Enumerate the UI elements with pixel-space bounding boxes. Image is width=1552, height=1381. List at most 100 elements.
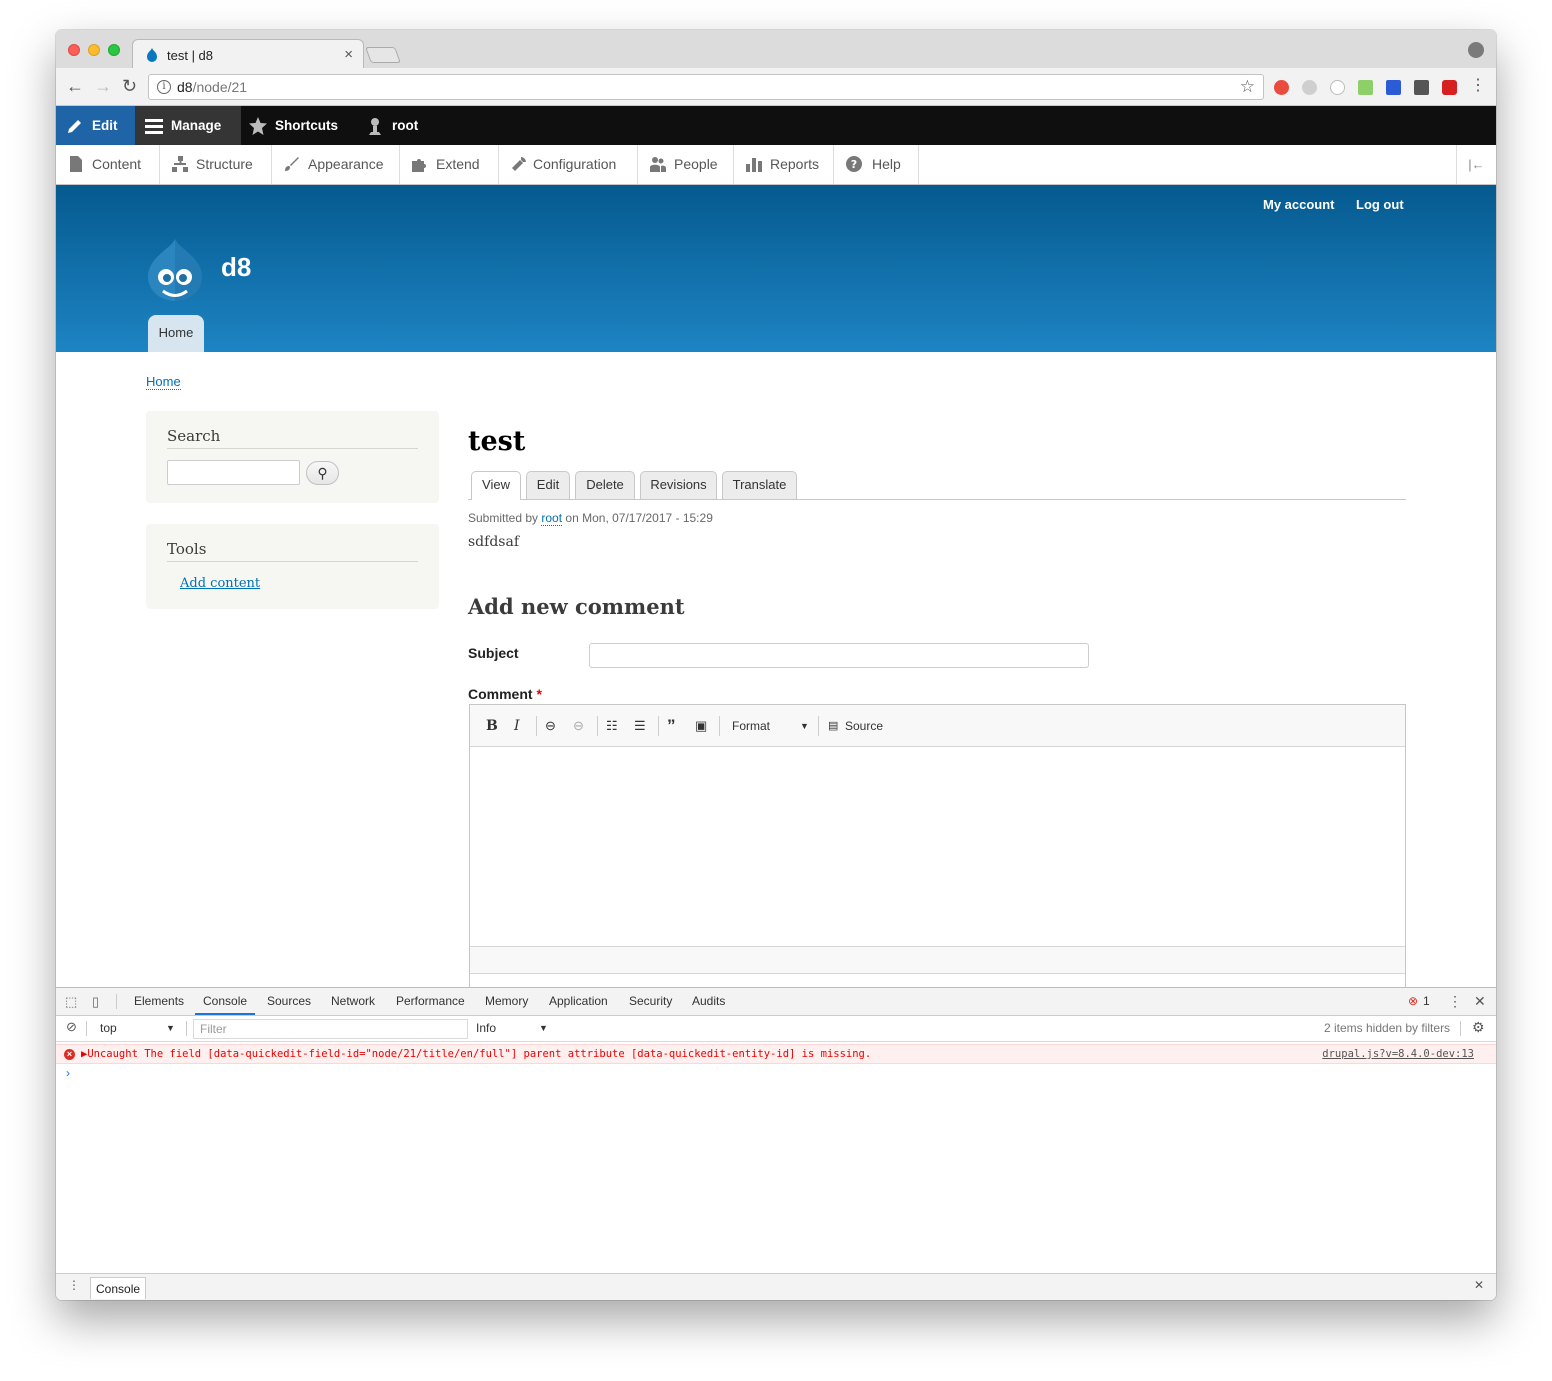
format-dropdown-arrow-icon[interactable]: ▼: [800, 716, 809, 736]
source-button[interactable]: Source: [845, 716, 883, 736]
devtools-tab-performance[interactable]: Performance: [396, 988, 465, 1015]
numbered-list-icon[interactable]: ☰: [634, 716, 646, 736]
drawer-tab-console[interactable]: Console: [90, 1277, 147, 1299]
toolbar-edit-button[interactable]: Edit: [56, 106, 135, 145]
log-level-select[interactable]: Info: [476, 1021, 496, 1035]
url-field[interactable]: i d8/node/21 ☆: [148, 74, 1264, 100]
comment-editor: B I ⊖ ⊖ ☷ ☰ ” ▣ Format ▼ ▤ Source: [469, 704, 1406, 994]
devtools-tab-security[interactable]: Security: [629, 988, 672, 1015]
toolbar-shortcuts-button[interactable]: Shortcuts: [249, 106, 338, 145]
main-menu-home[interactable]: Home: [148, 315, 204, 352]
tray-item-help[interactable]: ? Help: [834, 145, 919, 184]
editor-toolbar: B I ⊖ ⊖ ☷ ☰ ” ▣ Format ▼ ▤ Source: [470, 705, 1405, 747]
clear-console-icon[interactable]: ⊘: [66, 1019, 77, 1035]
search-button[interactable]: ⚲: [306, 461, 339, 485]
tray-orientation-toggle-icon[interactable]: |←: [1456, 145, 1496, 184]
error-source-link[interactable]: drupal.js?v=8.4.0-dev:13: [1322, 1048, 1474, 1060]
new-tab-button[interactable]: [365, 47, 401, 63]
tray-item-structure[interactable]: Structure: [160, 145, 272, 184]
window-maximize-button[interactable]: [108, 44, 120, 56]
author-link[interactable]: root: [541, 511, 563, 526]
error-count-icon[interactable]: ⊗: [1408, 988, 1418, 1015]
devtools-tab-elements[interactable]: Elements: [134, 988, 184, 1015]
link-icon[interactable]: ⊖: [545, 716, 556, 736]
extension-blue-icon[interactable]: [1386, 80, 1401, 95]
submitted-prefix: Submitted by: [468, 511, 539, 525]
extension-red-icon[interactable]: [1274, 80, 1289, 95]
tab-view[interactable]: View: [471, 471, 521, 500]
tab-edit[interactable]: Edit: [526, 471, 570, 500]
close-tab-icon[interactable]: ×: [344, 46, 353, 63]
tab-delete[interactable]: Delete: [575, 471, 635, 500]
devtools-tab-application[interactable]: Application: [549, 988, 608, 1015]
subject-field[interactable]: [589, 643, 1089, 668]
error-count[interactable]: 1: [1423, 988, 1430, 1015]
window-close-button[interactable]: [68, 44, 80, 56]
devtools-tab-console[interactable]: Console: [195, 988, 256, 1015]
extension-timer-icon[interactable]: [1414, 80, 1429, 95]
browser-tab-active[interactable]: test | d8 ×: [132, 39, 364, 69]
blockquote-icon[interactable]: ”: [667, 716, 676, 736]
tray-item-appearance-label: Appearance: [308, 156, 384, 172]
drupal-logo-icon[interactable]: [146, 237, 204, 303]
devtools-menu-icon[interactable]: ⋮: [1448, 988, 1462, 1015]
window-minimize-button[interactable]: [88, 44, 100, 56]
toolbar-separator: [658, 716, 659, 736]
tray-item-reports[interactable]: Reports: [734, 145, 834, 184]
close-devtools-icon[interactable]: ✕: [1474, 988, 1486, 1015]
devtools-tab-audits[interactable]: Audits: [692, 988, 725, 1015]
devtools-separator: [1460, 1021, 1461, 1036]
console-filter-input[interactable]: Filter: [193, 1019, 468, 1039]
tab-translate[interactable]: Translate: [722, 471, 797, 500]
context-select[interactable]: top: [100, 1021, 117, 1035]
extension-green-icon[interactable]: [1358, 80, 1373, 95]
devtools-tab-sources[interactable]: Sources: [267, 988, 311, 1015]
italic-icon[interactable]: I: [514, 716, 520, 736]
my-account-link[interactable]: My account: [1263, 197, 1335, 212]
unlink-icon[interactable]: ⊖: [573, 716, 584, 736]
tray-item-appearance[interactable]: Appearance: [272, 145, 400, 184]
bold-icon[interactable]: B: [486, 716, 498, 736]
browser-menu-icon[interactable]: ⋮: [1470, 76, 1486, 96]
reload-icon[interactable]: ↻: [122, 76, 137, 96]
profile-icon[interactable]: [1468, 42, 1484, 58]
device-toolbar-icon[interactable]: ▯: [92, 988, 99, 1015]
image-icon[interactable]: ▣: [695, 716, 707, 736]
bulleted-list-icon[interactable]: ☷: [606, 716, 618, 736]
tab-revisions[interactable]: Revisions: [640, 471, 717, 500]
forward-arrow-icon[interactable]: →: [94, 76, 112, 96]
breadcrumb-home-link[interactable]: Home: [146, 374, 181, 390]
extension-gray-icon[interactable]: [1302, 80, 1317, 95]
local-tabs-baseline: [468, 499, 1406, 500]
bookmark-star-icon[interactable]: ☆: [1240, 77, 1255, 97]
extension-circle-icon[interactable]: [1330, 80, 1345, 95]
add-content-link[interactable]: Add content: [180, 576, 260, 591]
error-icon: ×: [64, 1049, 75, 1060]
back-arrow-icon[interactable]: ←: [66, 76, 84, 96]
tray-item-extend[interactable]: Extend: [400, 145, 499, 184]
inspect-element-icon[interactable]: ⬚: [65, 988, 77, 1015]
devtools-tab-memory[interactable]: Memory: [485, 988, 528, 1015]
source-icon[interactable]: ▤: [828, 716, 838, 736]
log-level-dropdown-icon[interactable]: ▼: [539, 1023, 548, 1033]
site-name[interactable]: d8: [221, 252, 251, 283]
toolbar-separator: [818, 716, 819, 736]
console-error-message[interactable]: × ▶Uncaught The field [data-quickedit-fi…: [56, 1044, 1496, 1064]
search-input[interactable]: [167, 460, 300, 485]
toolbar-manage-button[interactable]: Manage: [135, 106, 241, 145]
close-drawer-icon[interactable]: ✕: [1474, 1278, 1484, 1292]
toolbar-user-button[interactable]: root: [366, 106, 418, 145]
tray-item-people[interactable]: People: [638, 145, 734, 184]
info-icon[interactable]: i: [157, 80, 171, 94]
extension-youtube-icon[interactable]: [1442, 80, 1457, 95]
context-dropdown-icon[interactable]: ▼: [166, 1023, 175, 1033]
log-out-link[interactable]: Log out: [1356, 197, 1404, 212]
tray-item-configuration-label: Configuration: [533, 156, 617, 172]
tray-item-content[interactable]: Content: [56, 145, 160, 184]
format-dropdown[interactable]: Format: [732, 716, 770, 736]
devtools-tab-network[interactable]: Network: [331, 988, 375, 1015]
drawer-menu-icon[interactable]: ⋮: [68, 1278, 80, 1292]
tray-item-configuration[interactable]: Configuration: [499, 145, 638, 184]
console-settings-gear-icon[interactable]: ⚙: [1472, 1019, 1485, 1036]
console-prompt-icon[interactable]: ›: [66, 1066, 70, 1080]
